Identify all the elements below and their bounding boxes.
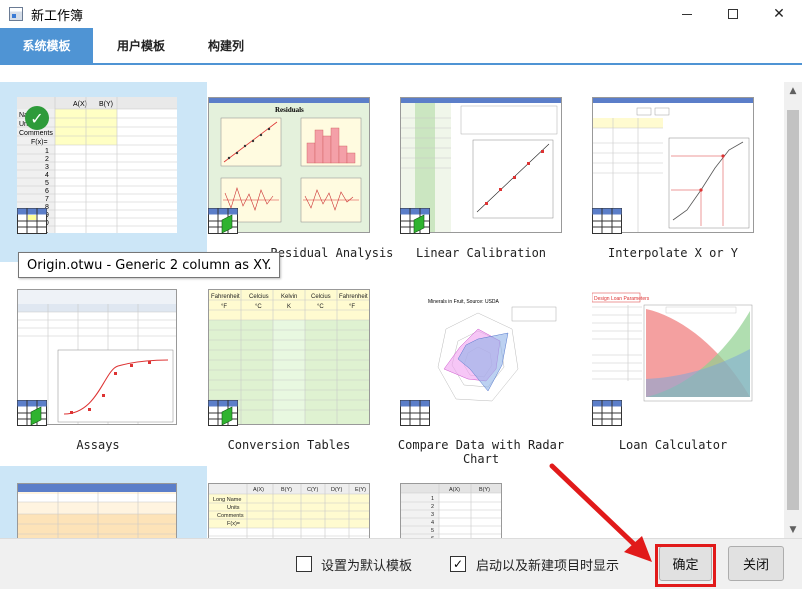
template-caption: Conversion Tables	[227, 438, 351, 452]
conv-header: Celcius	[311, 294, 331, 300]
workbook-icon	[17, 400, 47, 426]
conv-header: Kelvin	[281, 294, 297, 300]
workbook-icon	[400, 208, 430, 234]
residuals-title: Residuals	[275, 106, 304, 114]
preview-10: A(X) B(Y) C(Y) D(Y) E(Y) Long Name Units…	[209, 484, 369, 538]
scroll-down-icon[interactable]: ▼	[784, 521, 802, 538]
template-caption: Linear Calibration	[415, 246, 547, 260]
maximize-button[interactable]	[710, 0, 756, 28]
tab-build-columns[interactable]: 构建列	[191, 28, 261, 63]
col-a-header: A(X)	[449, 487, 460, 493]
template-thumbnail: A(X) B(Y) C(Y) D(Y) E(Y) Long Name Units…	[208, 483, 370, 538]
row-number: 4	[431, 520, 434, 526]
row-number: 3	[431, 512, 434, 518]
check-icon: ✓	[452, 557, 464, 571]
conv-unit: °F	[349, 304, 355, 310]
wb-col: B(Y)	[281, 487, 292, 493]
scroll-up-icon[interactable]: ▲	[784, 82, 802, 99]
scroll-thumb[interactable]	[787, 110, 799, 510]
show-on-startup-checkbox[interactable]: ✓	[450, 556, 466, 572]
template-gallery: A(X) B(Y) Name Units Comments F(x)= 1 2 …	[0, 82, 784, 538]
tab-user-templates[interactable]: 用户模板	[103, 28, 179, 63]
template-caption: Interpolate X or Y	[607, 246, 739, 260]
annotation-highlight-box	[655, 544, 716, 587]
worksheet-icon	[400, 400, 430, 426]
template-thumbnail	[17, 483, 177, 538]
conv-unit: °C	[255, 304, 262, 310]
row-number: 2	[431, 504, 434, 510]
title-bar: 新工作簿 ✕	[0, 0, 802, 28]
conv-unit: °F	[221, 304, 227, 310]
wb-col: E(Y)	[355, 487, 366, 493]
loan-title: Design Loan Parameters	[594, 296, 650, 302]
wb-col: D(Y)	[331, 487, 342, 493]
template-caption: Assays	[76, 438, 120, 452]
show-on-startup-label: 启动以及新建项目时显示	[476, 559, 620, 574]
selected-check-icon: ✓	[25, 106, 49, 130]
wb-row: Units	[227, 505, 240, 511]
wb-row: F(x)=	[227, 521, 240, 527]
col-b-header: B(Y)	[479, 487, 490, 493]
wb-col: A(X)	[253, 487, 264, 493]
conv-header: Fahrenheit	[211, 294, 240, 300]
set-default-checkbox[interactable]	[296, 556, 312, 572]
conv-unit: K	[287, 304, 291, 310]
row-number: 5	[431, 528, 434, 534]
col-b-header: B(Y)	[99, 101, 113, 108]
vertical-scrollbar[interactable]: ▲ ▼	[784, 82, 802, 538]
preview-11: A(X) B(Y) 1 2 3 4 5 6	[401, 484, 501, 538]
set-default-label: 设置为默认模板	[321, 559, 413, 574]
close-icon: ✕	[773, 6, 785, 22]
app-icon	[9, 7, 23, 21]
wb-row: Comments	[217, 513, 244, 519]
template-caption: Compare Data with Radar Chart	[397, 438, 565, 466]
minimize-icon	[682, 13, 692, 15]
conv-header: Celcius	[249, 294, 269, 300]
minimize-button[interactable]	[664, 0, 710, 28]
close-button[interactable]: 关闭	[728, 546, 784, 581]
template-caption: Loan Calculator	[618, 438, 728, 452]
wb-col: C(Y)	[307, 487, 318, 493]
conv-unit: °C	[317, 304, 324, 310]
worksheet-icon	[592, 208, 622, 234]
template-thumbnail: A(X) B(Y) 1 2 3 4 5 6	[400, 483, 502, 538]
tab-system-templates[interactable]: 系统模板	[0, 28, 93, 63]
conv-header: Fahrenheit	[339, 294, 368, 300]
preview-9	[18, 484, 176, 538]
worksheet-icon	[592, 400, 622, 426]
close-window-button[interactable]: ✕	[756, 0, 802, 28]
row-number: 1	[431, 496, 434, 502]
tab-bar: 系统模板 用户模板 构建列	[0, 28, 802, 65]
radar-title: Minerals in Fruit, Source: USDA	[428, 299, 500, 305]
template-tooltip: Origin.otwu - Generic 2 column as XY.	[18, 252, 281, 278]
maximize-icon	[728, 9, 738, 19]
window-title: 新工作簿	[31, 8, 84, 24]
worksheet-icon	[17, 208, 47, 234]
workbook-icon	[208, 400, 238, 426]
wb-row: Long Name	[213, 497, 241, 503]
workbook-icon	[208, 208, 238, 234]
col-a-header: A(X)	[73, 101, 87, 108]
